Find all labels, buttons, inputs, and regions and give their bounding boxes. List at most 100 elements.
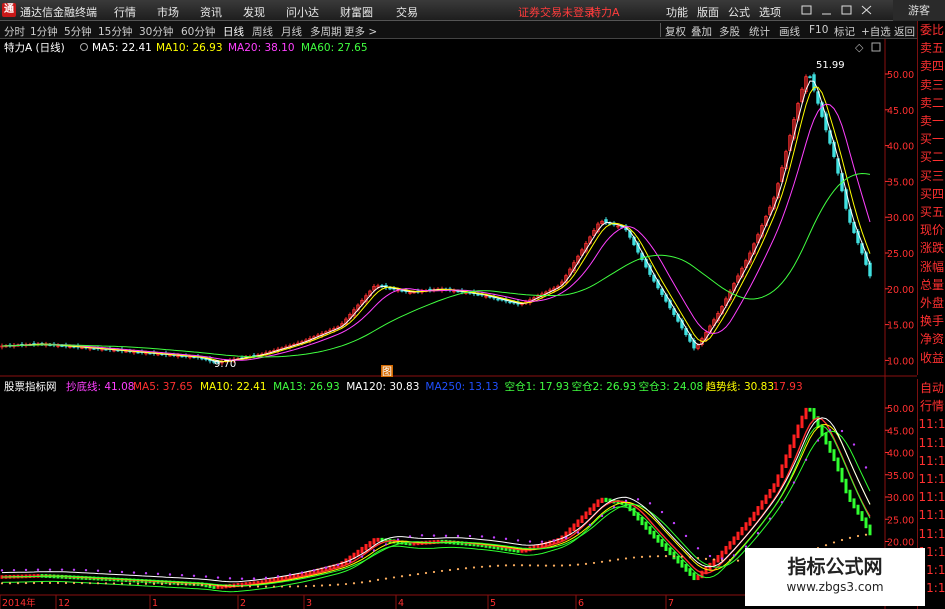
trend-dot (656, 555, 660, 558)
guest-button[interactable]: 游客 (893, 0, 945, 21)
period-tab-active[interactable]: 日线 (223, 24, 244, 39)
trend-dot (616, 558, 620, 561)
menu-item-news[interactable]: 资讯 (200, 4, 222, 20)
bottom-line-dot (516, 539, 520, 542)
indicator-bar (860, 511, 864, 522)
bottom-line-dot (12, 568, 16, 572)
trend-dot (376, 578, 380, 581)
trend-dot (488, 565, 492, 568)
indicator-bar (736, 531, 740, 541)
bottom-line-dot (552, 539, 556, 542)
trend-dot (336, 583, 340, 586)
ind-y-tick-label: 50.00 (887, 404, 914, 415)
trend-dot (512, 564, 516, 567)
candle-body (604, 219, 608, 223)
tool-button[interactable]: 画线 (779, 24, 800, 39)
x-tick-label: 4 (398, 598, 404, 609)
indicator-legend-item: 空仓3: 24.08 (639, 380, 704, 393)
menu-item-options[interactable]: 选项 (759, 4, 781, 20)
bottom-line-dot (864, 466, 868, 469)
tick-row-label: 行情 (919, 399, 944, 414)
quote-field-label: 换手 (919, 314, 944, 329)
back-button[interactable]: 返回 (894, 24, 915, 39)
menu-item-quotes[interactable]: 行情 (114, 4, 136, 20)
tool-button[interactable]: 叠加 (691, 24, 712, 39)
period-tab[interactable]: 30分钟 (139, 24, 173, 39)
maximize-icon[interactable] (841, 5, 852, 15)
trend-dot (688, 556, 692, 559)
indicator-bar (648, 526, 652, 535)
y-tick-label: 40.00 (887, 142, 914, 153)
indicator-bar (776, 474, 780, 487)
menu-item-layout[interactable]: 版面 (697, 4, 719, 20)
bottom-line-dot (816, 439, 820, 442)
app-logo-icon: 通 (2, 3, 16, 17)
close-icon[interactable] (861, 5, 872, 15)
tool-button[interactable]: F10 (809, 24, 828, 36)
period-tab[interactable]: 5分钟 (64, 24, 92, 39)
bottom-line-dot (432, 534, 436, 537)
period-tab-more[interactable]: 更多 > (344, 24, 377, 39)
panel-window-icon[interactable] (871, 42, 881, 52)
menu-item-function[interactable]: 功能 (666, 4, 688, 20)
menu-item-ask[interactable]: 问小达 (286, 4, 319, 20)
y-tick-label: 50.00 (887, 70, 914, 81)
x-tick-label: 1 (152, 598, 158, 609)
trend-dot (216, 584, 220, 587)
menu-item-formula[interactable]: 公式 (728, 4, 750, 20)
tool-button[interactable]: 复权 (665, 24, 686, 39)
indicator-legend-item: MA10: 22.41 (200, 381, 267, 393)
period-tab[interactable]: 15分钟 (98, 24, 132, 39)
y-tick-label: 15.00 (887, 321, 914, 332)
bottom-line-dot (216, 576, 220, 579)
ind-y-tick-label: 35.00 (887, 471, 914, 482)
y-tick-label: 35.00 (887, 177, 914, 188)
ind-y-tick-label: 25.00 (887, 515, 914, 526)
tool-button[interactable]: 标记 (834, 24, 855, 39)
quote-field-label: 卖一 (919, 114, 944, 129)
bottom-line-dot (540, 540, 544, 543)
period-tab[interactable]: 60分钟 (181, 24, 215, 39)
period-tab[interactable]: 月线 (281, 24, 302, 39)
menu-item-discover[interactable]: 发现 (243, 4, 265, 20)
ma5-legend: MA5: 22.41 (92, 42, 152, 54)
trend-dot (264, 585, 268, 588)
tool-button[interactable]: 多股 (719, 24, 740, 39)
indicator-bar (680, 559, 684, 568)
indicator-bar (844, 478, 848, 494)
x-tick-label: 6 (578, 598, 584, 609)
menu-item-wealth[interactable]: 财富圈 (340, 4, 373, 20)
indicator-bar (760, 500, 764, 510)
period-tab[interactable]: 分时 (4, 24, 25, 39)
period-tab[interactable]: 多周期 (310, 24, 342, 39)
ind-ma10-line (2, 423, 871, 587)
menu-item-market[interactable]: 市场 (157, 4, 179, 20)
indicator-bar (580, 515, 584, 524)
trend-dot (416, 572, 420, 576)
restore-icon[interactable] (801, 5, 812, 15)
period-tab[interactable]: 1分钟 (30, 24, 58, 39)
settings-icon[interactable] (80, 43, 88, 51)
bottom-line-dot (612, 506, 616, 509)
tool-button[interactable]: 统计 (749, 24, 770, 39)
panel-control-icon[interactable]: ◇ (855, 41, 864, 54)
indicator-bar (756, 506, 760, 516)
chart-canvas[interactable]: 特力A (日线) MA5: 22.41 MA10: 26.93 MA20: 38… (0, 39, 917, 609)
login-status[interactable]: 证券交易未登录 (518, 4, 595, 20)
trend-dot (848, 536, 852, 539)
menu-item-trade[interactable]: 交易 (396, 4, 418, 20)
quote-field-label: 总量 (919, 277, 944, 292)
bottom-line-dot (156, 572, 160, 576)
indicator-bar (724, 545, 728, 555)
tick-row-label: 11:1 (918, 453, 945, 468)
x-tick-label: 5 (490, 598, 496, 609)
add-watchlist-button[interactable]: +自选 (861, 24, 891, 39)
indicator-bar (588, 507, 592, 516)
indicator-bar (832, 449, 836, 462)
trend-dot (176, 583, 180, 586)
bottom-line-dot (108, 570, 112, 573)
bottom-line-dot (336, 563, 340, 567)
quote-field-label: 委比 (919, 23, 944, 37)
period-tab[interactable]: 周线 (252, 24, 273, 39)
indicator-bar (676, 555, 680, 564)
